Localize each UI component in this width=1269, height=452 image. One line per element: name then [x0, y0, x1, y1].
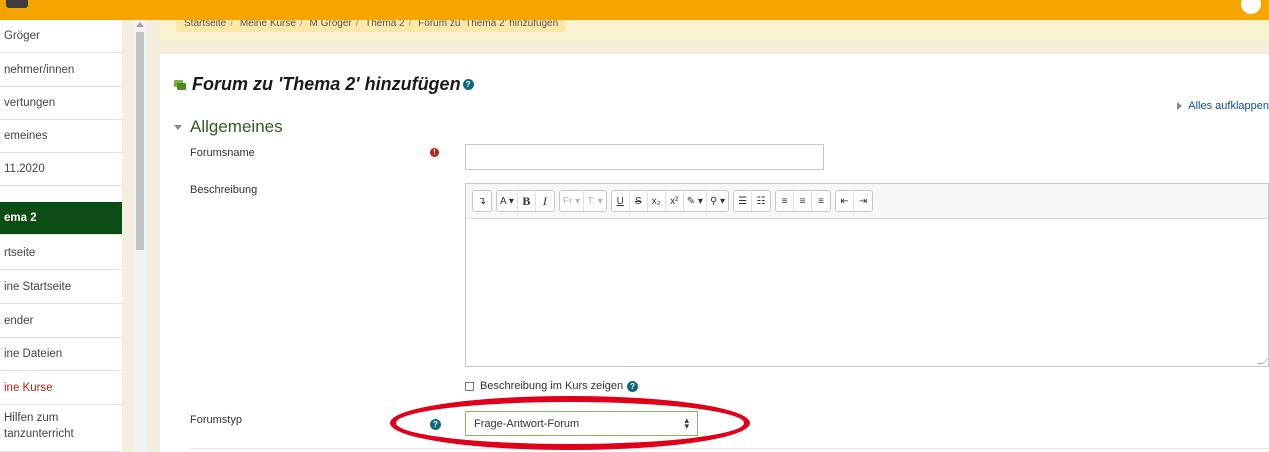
sidebar-item-files[interactable]: ine Dateien — [0, 338, 122, 371]
align-center-button[interactable]: ≡ — [794, 191, 813, 211]
sidebar-item-general[interactable]: emeines — [0, 120, 122, 153]
scrollbar-thumb[interactable] — [136, 32, 144, 250]
description-textarea[interactable] — [466, 220, 1268, 366]
description-editor[interactable]: ↴ A ▾ B I Fr ▾ T: ▾ U S x₂ x² ✎ ▾ ⚲ ▾ ☰ — [465, 183, 1269, 367]
paragraph-style-button[interactable]: A ▾ — [497, 191, 518, 211]
sidebar-item-grades[interactable]: vertungen — [0, 87, 122, 120]
select-updown-icon: ▴ ▾ — [684, 415, 689, 431]
superscript-button[interactable]: x² — [666, 191, 684, 211]
forum-type-label: Forumstyp — [190, 414, 242, 426]
show-description-checkbox[interactable] — [465, 381, 474, 391]
sidebar-item-dashboard[interactable]: ine Startseite — [0, 271, 122, 304]
toolbar-group: ☰ ☷ — [733, 190, 772, 212]
main-content: Forum zu 'Thema 2' hinzufügen ? Alles au… — [160, 54, 1269, 452]
sidebar-item-course[interactable]: Gröger — [0, 20, 122, 53]
subscript-button[interactable]: x₂ — [648, 191, 666, 211]
forum-type-select[interactable]: Frage-Antwort-Forum ▴ ▾ — [465, 411, 698, 436]
underline-button[interactable]: U — [612, 191, 630, 211]
toolbar-group: ⇤ ⇥ — [835, 190, 874, 212]
forum-name-input[interactable] — [465, 144, 824, 170]
breadcrumb: Startseite / Meine Kurse / M Gröger / Thema… — [176, 20, 567, 32]
sidebar-item-calendar[interactable]: ender — [0, 305, 122, 338]
help-icon[interactable]: ? — [462, 79, 474, 90]
ordered-list-button[interactable]: ☷ — [752, 191, 770, 211]
expand-all-label: Alles aufklappen — [1188, 100, 1269, 112]
user-avatar[interactable] — [1241, 0, 1261, 14]
help-icon[interactable]: ? — [430, 419, 441, 430]
page-title: Forum zu 'Thema 2' hinzufügen ? — [174, 74, 474, 95]
italic-button[interactable]: I — [536, 191, 554, 211]
strikethrough-button[interactable]: S — [630, 191, 648, 211]
expand-triangle-icon — [1177, 102, 1183, 111]
sidebar-scrollbar[interactable] — [133, 20, 147, 452]
help-icon[interactable]: ? — [627, 380, 639, 392]
bold-button[interactable]: B — [518, 191, 536, 211]
scroll-up-icon[interactable] — [136, 22, 144, 27]
forum-icon — [174, 79, 186, 90]
editor-toolbar: ↴ A ▾ B I Fr ▾ T: ▾ U S x₂ x² ✎ ▾ ⚲ ▾ ☰ — [466, 184, 1268, 219]
collapse-caret-icon — [174, 124, 182, 130]
align-right-button[interactable]: ≡ — [812, 191, 830, 211]
sidebar-nav: Gröger nehmer/innen vertungen emeines 11… — [0, 20, 122, 452]
breadcrumb-item[interactable]: Startseite — [184, 20, 226, 29]
text-color-button[interactable]: ✎ ▾ — [684, 191, 707, 211]
forum-type-value: Frage-Antwort-Forum — [474, 418, 580, 430]
forum-type-help[interactable]: ? — [428, 416, 441, 430]
breadcrumb-item[interactable]: Meine Kurse — [240, 20, 296, 29]
toolbar-group: ↴ — [472, 190, 492, 212]
breadcrumb-item[interactable]: Thema 2 — [365, 20, 404, 29]
expand-all-link[interactable]: Alles aufklappen — [1177, 100, 1269, 112]
unordered-list-button[interactable]: ☰ — [734, 191, 753, 211]
toolbar-group: A ▾ B I — [496, 190, 555, 212]
required-icon: ! — [430, 148, 439, 157]
font-family-button[interactable]: Fr ▾ — [560, 191, 585, 211]
sidebar-item-distance-help[interactable]: Hilfen zum tanzunterricht — [0, 408, 122, 452]
outdent-button[interactable]: ⇤ — [836, 191, 855, 211]
section-title: Allgemeines — [190, 117, 283, 136]
show-description-option: Beschreibung im Kurs zeigen ? — [465, 380, 639, 392]
section-divider — [190, 448, 1269, 449]
sidebar-item-home[interactable]: rtseite — [0, 237, 122, 270]
breadcrumb-item[interactable]: M Gröger — [310, 20, 352, 29]
sidebar-item-my-courses[interactable]: ine Kurse — [0, 372, 122, 405]
sidebar-item-label: tanzunterricht — [4, 428, 74, 440]
sidebar-item-label: Hilfen zum — [4, 412, 59, 424]
toolbar-group: ≡ ≡ ≡ — [775, 190, 832, 212]
sidebar-item-thema-2[interactable]: ema 2 — [0, 202, 122, 235]
breadcrumb-bar: Startseite / Meine Kurse / M Gröger / Thema… — [160, 20, 1269, 42]
description-label: Beschreibung — [190, 184, 258, 196]
indent-button[interactable]: ⇥ — [854, 191, 872, 211]
top-navbar — [0, 0, 1269, 20]
site-logo[interactable] — [6, 0, 28, 8]
sidebar-item-date[interactable]: 11.2020 — [0, 153, 122, 186]
toolbar-group: U S x₂ x² ✎ ▾ ⚲ ▾ — [610, 190, 730, 212]
forum-name-label: Forumsname — [190, 147, 255, 159]
font-size-button[interactable]: T: ▾ — [584, 191, 606, 211]
toolbar-toggle-button[interactable]: ↴ — [473, 191, 491, 211]
breadcrumb-item: Forum zu 'Thema 2' hinzufügen — [418, 20, 559, 29]
section-toggle-general[interactable]: Allgemeines — [174, 117, 283, 137]
sidebar-item-participants[interactable]: nehmer/innen — [0, 54, 122, 87]
align-left-button[interactable]: ≡ — [776, 191, 795, 211]
highlight-button[interactable]: ⚲ ▾ — [707, 191, 728, 211]
show-description-label: Beschreibung im Kurs zeigen — [480, 380, 624, 392]
page-title-text: Forum zu 'Thema 2' hinzufügen — [192, 74, 461, 94]
toolbar-group: Fr ▾ T: ▾ — [558, 190, 607, 212]
